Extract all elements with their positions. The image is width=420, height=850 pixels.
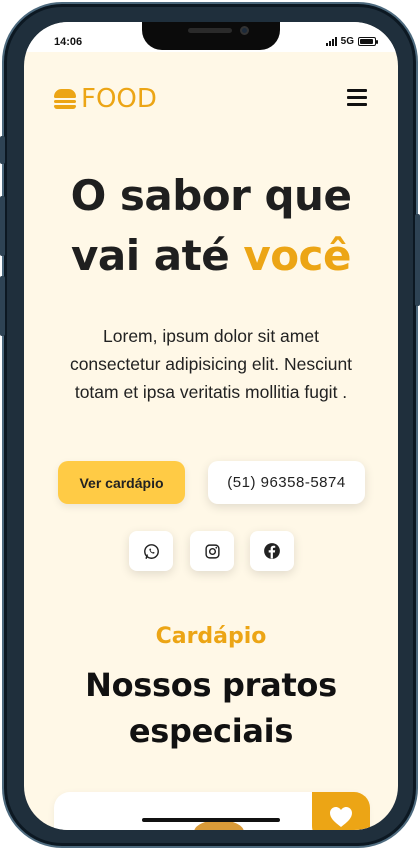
- favorite-button[interactable]: [312, 792, 370, 830]
- facebook-icon: [264, 543, 280, 559]
- brand-logo[interactable]: FOOD: [54, 86, 157, 112]
- app-screen: 14:06 5G FOOD O sabor que vai até você L…: [24, 22, 398, 830]
- instagram-icon: [204, 543, 220, 559]
- phone-button[interactable]: (51) 96358-5874: [208, 461, 365, 504]
- view-menu-button[interactable]: Ver cardápio: [58, 461, 185, 504]
- status-time: 14:06: [54, 36, 83, 48]
- status-indicators: 5G: [325, 36, 378, 47]
- front-camera: [240, 26, 249, 35]
- facebook-button[interactable]: [250, 531, 294, 571]
- battery-icon: [358, 37, 378, 46]
- section-kicker: Cardápio: [155, 624, 267, 649]
- hero-description: Lorem, ipsum dolor sit amet consectetur …: [69, 326, 353, 402]
- hero-title: O sabor que vai até você: [24, 166, 398, 286]
- whatsapp-button[interactable]: [129, 531, 173, 571]
- burger-icon: [54, 89, 76, 109]
- hero-title-accent: você: [243, 231, 351, 280]
- instagram-button[interactable]: [190, 531, 234, 571]
- speaker-grille: [188, 28, 232, 33]
- phone-side-button: [0, 136, 5, 164]
- hamburger-menu-icon[interactable]: [347, 89, 369, 107]
- camera-notch: [142, 22, 280, 50]
- hero-title-line1: O sabor que: [70, 171, 352, 220]
- network-type: 5G: [340, 36, 354, 47]
- heart-icon: [330, 807, 352, 827]
- section-title: Nossos pratos especiais: [85, 666, 337, 750]
- phone-power-button: [415, 214, 420, 306]
- home-indicator[interactable]: [142, 818, 280, 822]
- hero-title-line2: vai até: [71, 231, 230, 280]
- phone-volume-up-button: [0, 196, 5, 256]
- signal-icon: [325, 37, 337, 46]
- whatsapp-icon: [143, 543, 159, 559]
- phone-volume-down-button: [0, 276, 5, 336]
- brand-name: FOOD: [81, 84, 157, 114]
- status-bar: 14:06 5G: [24, 22, 398, 52]
